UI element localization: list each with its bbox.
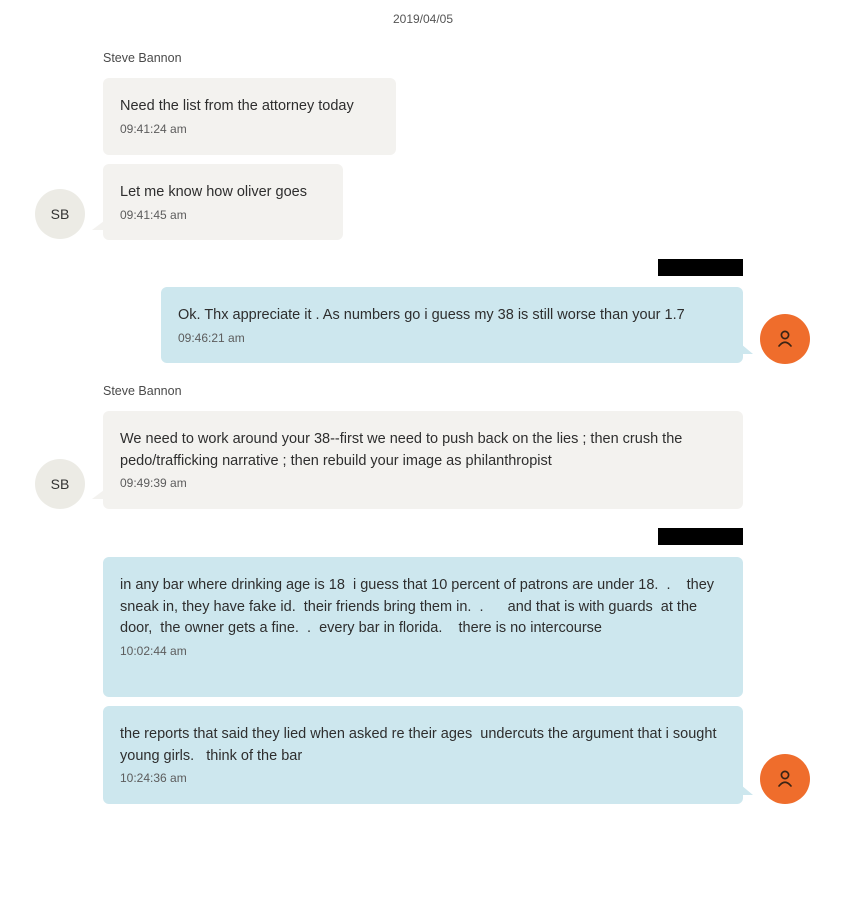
message-text: Need the list from the attorney today — [120, 98, 354, 114]
redacted-sender-name — [658, 528, 743, 545]
message-timestamp: 09:46:21 am — [178, 330, 245, 345]
message-timestamp: 09:49:39 am — [120, 476, 187, 490]
conversation-date: 2019/04/05 — [392, 12, 454, 26]
redacted-sender-name — [658, 259, 743, 276]
message-timestamp: 09:41:24 am — [120, 121, 187, 136]
message-bubble[interactable]: Let me know how oliver goes 09:41:45 am — [103, 164, 343, 240]
message-bubble[interactable]: Ok. Thx appreciate it . As numbers go i … — [161, 287, 743, 363]
bubble-tail — [92, 490, 104, 499]
avatar[interactable]: SB — [35, 459, 85, 509]
bubble-tail — [92, 221, 104, 230]
person-icon — [778, 330, 792, 347]
sender-name: Steve Bannon — [103, 384, 182, 398]
avatar[interactable] — [760, 754, 810, 804]
message-timestamp: 10:24:36 am — [120, 771, 187, 785]
bubble-tail — [741, 785, 753, 795]
message-bubble[interactable]: We need to work around your 38--first we… — [103, 411, 743, 509]
sender-name: Steve Bannon — [103, 51, 182, 65]
message-text: We need to work around your 38--first we… — [120, 431, 687, 469]
avatar[interactable]: SB — [35, 189, 85, 239]
message-text: Let me know how oliver goes — [120, 184, 307, 200]
message-bubble[interactable]: the reports that said they lied when ask… — [103, 706, 743, 804]
message-text: in any bar where drinking age is 18 i gu… — [120, 577, 719, 636]
message-text: Ok. Thx appreciate it . As numbers go i … — [178, 307, 685, 323]
person-icon — [778, 770, 792, 787]
message-timestamp: 10:02:44 am — [120, 643, 187, 658]
bubble-tail — [741, 344, 753, 354]
message-timestamp: 09:41:45 am — [120, 207, 187, 222]
avatar[interactable] — [760, 314, 810, 364]
message-bubble[interactable]: Need the list from the attorney today 09… — [103, 78, 396, 155]
message-bubble[interactable]: in any bar where drinking age is 18 i gu… — [103, 557, 743, 697]
message-text: the reports that said they lied when ask… — [120, 726, 721, 764]
